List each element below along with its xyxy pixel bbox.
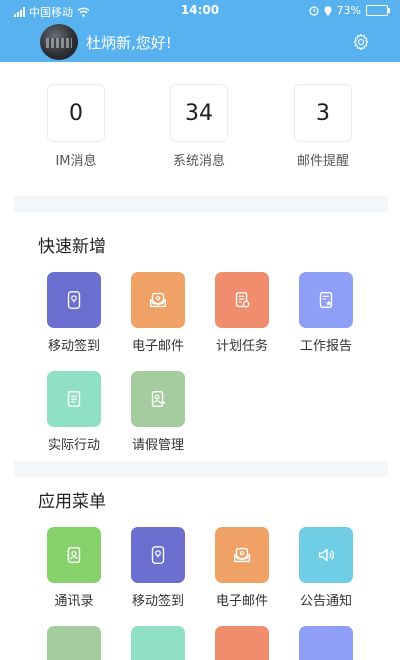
tile-menu-next-1[interactable] <box>34 626 114 660</box>
alarm-icon <box>308 5 319 16</box>
tile-icon-bg <box>131 272 185 328</box>
tile-icon-bg <box>215 626 269 660</box>
tile-menu-contacts[interactable]: 通讯录 <box>34 527 114 609</box>
tile-menu-announcement[interactable]: 公告通知 <box>286 527 366 609</box>
location-pin-icon <box>67 291 81 309</box>
stat-system-messages[interactable]: 34 系统消息 <box>159 84 239 169</box>
tile-icon-bg <box>131 626 185 660</box>
task-icon <box>235 291 250 308</box>
section-divider <box>14 196 388 212</box>
stat-label: 系统消息 <box>172 154 225 169</box>
app-menu-title: 应用菜单 <box>38 492 106 512</box>
tile-label: 公告通知 <box>299 594 352 609</box>
report-icon <box>319 291 333 309</box>
tile-label: 请假管理 <box>131 438 184 453</box>
user-greeting: 杜炳新,您好! <box>86 34 172 52</box>
contacts-icon <box>67 546 81 564</box>
tile-label: 电子邮件 <box>131 339 184 354</box>
tile-label: 移动签到 <box>47 339 100 354</box>
mail-icon <box>149 292 167 308</box>
stat-value: 3 <box>294 84 352 142</box>
tile-quick-task[interactable]: 计划任务 <box>202 272 282 354</box>
tile-icon-bg <box>215 272 269 328</box>
tile-quick-checkin[interactable]: 移动签到 <box>34 272 114 354</box>
tile-menu-next-3[interactable] <box>202 626 282 660</box>
stat-value: 0 <box>47 84 105 142</box>
tile-quick-email[interactable]: 电子邮件 <box>118 272 198 354</box>
status-right: 73% <box>308 4 390 17</box>
stat-mail-reminders[interactable]: 3 邮件提醒 <box>283 84 363 169</box>
tile-label: 工作报告 <box>299 339 352 354</box>
battery-percent: 73% <box>336 4 361 17</box>
tile-icon-bg <box>215 527 269 583</box>
speaker-icon <box>318 548 334 562</box>
stat-label: IM消息 <box>55 154 97 169</box>
location-pin-icon <box>151 546 165 564</box>
stats-row: 0 IM消息 34 系统消息 3 邮件提醒 <box>0 84 400 174</box>
tile-menu-next-4[interactable] <box>286 626 366 660</box>
status-bar: 中国移动 14:00 73% <box>0 0 400 22</box>
home-screen: 中国移动 14:00 73% 杜炳新,您好! 0 IM消息 34 系统消息 3 … <box>0 0 400 660</box>
quick-add-title: 快速新增 <box>38 237 106 257</box>
tile-label: 计划任务 <box>215 339 268 354</box>
tile-menu-next-2[interactable] <box>118 626 198 660</box>
tile-icon-bg <box>299 626 353 660</box>
tile-icon-bg <box>131 527 185 583</box>
tile-icon-bg <box>47 371 101 427</box>
section-divider <box>14 461 388 477</box>
stat-label: 邮件提醒 <box>296 154 349 169</box>
tile-label: 实际行动 <box>47 438 100 453</box>
tile-icon-bg <box>47 272 101 328</box>
tile-quick-action[interactable]: 实际行动 <box>34 371 114 453</box>
gear-icon[interactable] <box>352 33 370 51</box>
tile-icon-bg <box>47 527 101 583</box>
leave-icon <box>151 390 166 408</box>
tile-quick-leave[interactable]: 请假管理 <box>118 371 198 453</box>
tile-label: 电子邮件 <box>215 594 268 609</box>
location-icon <box>324 5 332 16</box>
stat-value: 34 <box>170 84 228 142</box>
tile-menu-email[interactable]: 电子邮件 <box>202 527 282 609</box>
tile-icon-bg <box>299 527 353 583</box>
tile-icon-bg <box>131 371 185 427</box>
tile-label: 通讯录 <box>54 594 94 609</box>
tile-icon-bg <box>47 626 101 660</box>
mail-icon <box>233 547 251 563</box>
battery-icon <box>366 5 390 16</box>
tile-icon-bg <box>299 272 353 328</box>
header-bar: 杜炳新,您好! <box>0 22 400 62</box>
document-icon <box>67 390 81 408</box>
stat-im-messages[interactable]: 0 IM消息 <box>36 84 116 169</box>
avatar[interactable] <box>40 24 78 60</box>
tile-label: 移动签到 <box>131 594 184 609</box>
tile-menu-checkin[interactable]: 移动签到 <box>118 527 198 609</box>
tile-quick-report[interactable]: 工作报告 <box>286 272 366 354</box>
